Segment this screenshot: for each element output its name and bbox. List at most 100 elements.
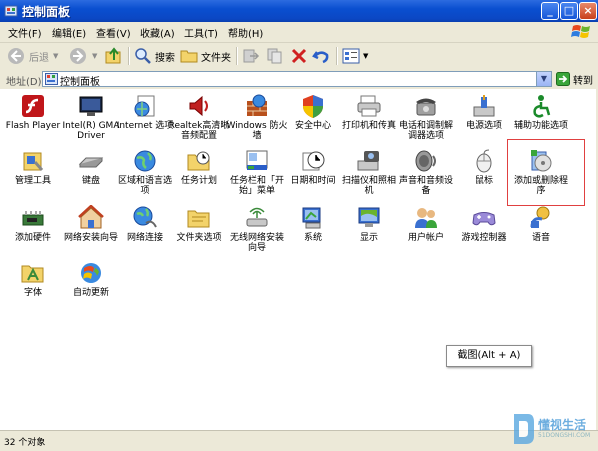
control-panel-item[interactable]: 日期和时间 bbox=[282, 148, 344, 186]
forward-arrow-icon bbox=[70, 48, 86, 64]
copy-to-button[interactable] bbox=[266, 46, 284, 66]
menu-edit[interactable]: 编辑(E) bbox=[52, 25, 86, 40]
menu-help[interactable]: 帮助(H) bbox=[228, 25, 263, 40]
control-panel-item[interactable]: Windows 防火墙 bbox=[226, 93, 288, 141]
close-button[interactable]: × bbox=[579, 2, 597, 20]
back-button[interactable]: 后退 ▼ bbox=[6, 46, 58, 66]
display-icon bbox=[358, 207, 380, 227]
address-value: 控制面板 bbox=[60, 77, 100, 88]
control-panel-item[interactable]: 键盘 bbox=[60, 148, 122, 186]
back-dropdown-icon[interactable]: ▼ bbox=[53, 52, 58, 60]
control-panel-item[interactable]: 扫描仪和照相机 bbox=[338, 148, 400, 196]
control-panel-item[interactable]: 电话和调制解调器选项 bbox=[395, 93, 457, 141]
wireless-setup-icon bbox=[246, 207, 268, 227]
flash-icon bbox=[22, 95, 44, 117]
watermark-icon bbox=[514, 414, 534, 444]
forward-button[interactable]: ▼ bbox=[68, 46, 97, 66]
control-panel-item-label: 键盘 bbox=[81, 176, 100, 186]
go-button[interactable]: 转到 bbox=[556, 71, 594, 87]
back-label: 后退 bbox=[29, 52, 49, 64]
control-panel-item-label: 打印机和传真 bbox=[341, 121, 396, 131]
control-panel-item[interactable]: 任务计划 bbox=[168, 148, 230, 186]
system-icon bbox=[302, 207, 321, 229]
speech-icon bbox=[530, 206, 550, 228]
control-panel-item[interactable]: 添加硬件 bbox=[2, 205, 64, 243]
control-panel-item[interactable]: 声音和音频设备 bbox=[395, 148, 457, 196]
menu-favorites[interactable]: 收藏(A) bbox=[140, 25, 175, 40]
control-panel-item[interactable]: 安全中心 bbox=[282, 93, 344, 131]
control-panel-item-label: Intel(R) GMA Driver bbox=[62, 121, 120, 141]
folder-options-icon bbox=[187, 210, 210, 228]
control-panel-item-label: Realtek高清晰音频配置 bbox=[168, 121, 230, 141]
control-panel-item[interactable]: Flash Player bbox=[2, 93, 64, 131]
control-panel-item-label: 管理工具 bbox=[14, 176, 51, 186]
selection-highlight bbox=[507, 139, 585, 206]
maximize-button[interactable]: □ bbox=[560, 2, 578, 20]
control-panel-item-label: 任务栏和「开始」菜单 bbox=[229, 176, 284, 196]
forward-dropdown-icon[interactable]: ▼ bbox=[92, 52, 97, 60]
menu-tools[interactable]: 工具(T) bbox=[184, 25, 218, 40]
control-panel-item[interactable]: 文件夹选项 bbox=[168, 205, 230, 243]
object-count: 32 个对象 bbox=[4, 438, 46, 448]
control-panel-item[interactable]: 网络连接 bbox=[114, 205, 176, 243]
control-panel-item[interactable]: 系统 bbox=[282, 205, 344, 243]
move-to-icon bbox=[243, 49, 260, 63]
minimize-button[interactable]: _ bbox=[541, 2, 559, 20]
control-panel-item[interactable]: 鼠标 bbox=[453, 148, 515, 186]
folders-button[interactable]: 文件夹 bbox=[180, 46, 231, 66]
user-accounts-icon bbox=[415, 208, 437, 228]
watermark-url: 51DONGSHI.COM bbox=[538, 432, 591, 439]
delete-button[interactable] bbox=[290, 46, 308, 66]
control-panel-item[interactable]: 字体 bbox=[2, 260, 64, 298]
realtek-audio-icon bbox=[189, 95, 208, 117]
control-panel-item[interactable]: 区域和语言选项 bbox=[114, 148, 176, 196]
menu-file[interactable]: 文件(F) bbox=[8, 25, 42, 40]
folder-icon bbox=[180, 50, 198, 63]
internet-options-icon bbox=[134, 95, 155, 117]
control-panel-icon bbox=[4, 5, 18, 17]
control-panel-item-label: 语音 bbox=[531, 233, 550, 243]
address-dropdown-icon[interactable]: ▼ bbox=[536, 72, 551, 86]
control-panel-item-label: 网络连接 bbox=[126, 233, 163, 243]
control-panel-item[interactable]: 用户帐户 bbox=[395, 205, 457, 243]
control-panel-item[interactable]: 辅助功能选项 bbox=[510, 93, 572, 131]
control-panel-item-label: 安全中心 bbox=[294, 121, 331, 131]
control-panel-item-label: 电源选项 bbox=[465, 121, 502, 131]
add-hardware-icon bbox=[22, 211, 44, 226]
control-panel-item[interactable]: Realtek高清晰音频配置 bbox=[168, 93, 230, 141]
globe-icon bbox=[134, 150, 156, 172]
menu-bar: 文件(F) 编辑(E) 查看(V) 收藏(A) 工具(T) 帮助(H) bbox=[0, 22, 598, 43]
control-panel-item-label: 无线网络安装向导 bbox=[229, 233, 284, 253]
control-panel-item[interactable]: 显示 bbox=[338, 205, 400, 243]
menu-view[interactable]: 查看(V) bbox=[96, 25, 131, 40]
control-panel-item-label: 字体 bbox=[23, 288, 42, 298]
control-panel-item-label: 添加硬件 bbox=[14, 233, 51, 243]
undo-button[interactable] bbox=[312, 46, 330, 66]
up-folder-button[interactable] bbox=[104, 46, 124, 66]
control-panel-item-label: 区域和语言选项 bbox=[117, 176, 172, 196]
control-panel-item[interactable]: 自动更新 bbox=[60, 260, 122, 298]
search-button[interactable]: 搜索 bbox=[134, 46, 175, 66]
address-field[interactable]: 控制面板 ▼ bbox=[42, 71, 552, 88]
control-panel-item[interactable]: 打印机和传真 bbox=[338, 93, 400, 131]
views-button[interactable]: ▼ bbox=[342, 46, 368, 66]
windows-logo-icon bbox=[571, 25, 590, 38]
control-panel-item[interactable]: Intel(R) GMA Driver bbox=[60, 93, 122, 141]
fonts-icon bbox=[21, 265, 44, 283]
control-panel-item[interactable]: 管理工具 bbox=[2, 148, 64, 186]
control-panel-item[interactable]: 电源选项 bbox=[453, 93, 515, 131]
title-bar: 控制面板 _ □ × bbox=[0, 0, 598, 22]
views-dropdown-icon[interactable]: ▼ bbox=[363, 52, 368, 60]
control-panel-item[interactable]: 无线网络安装向导 bbox=[226, 205, 288, 253]
control-panel-item[interactable]: 语音 bbox=[510, 205, 572, 243]
move-to-button[interactable] bbox=[242, 46, 260, 66]
control-panel-item-label: 系统 bbox=[303, 233, 322, 243]
control-panel-item[interactable]: 任务栏和「开始」菜单 bbox=[226, 148, 288, 196]
control-panel-item[interactable]: Internet 选项 bbox=[114, 93, 176, 131]
watermark-name: 懂视生活 bbox=[538, 418, 587, 432]
scanner-camera-icon bbox=[357, 151, 379, 171]
scheduled-tasks-icon bbox=[187, 151, 210, 171]
control-panel-item[interactable]: 网络安装向导 bbox=[60, 205, 122, 243]
control-panel-item[interactable]: 游戏控制器 bbox=[453, 205, 515, 243]
copy-to-icon bbox=[267, 48, 282, 64]
